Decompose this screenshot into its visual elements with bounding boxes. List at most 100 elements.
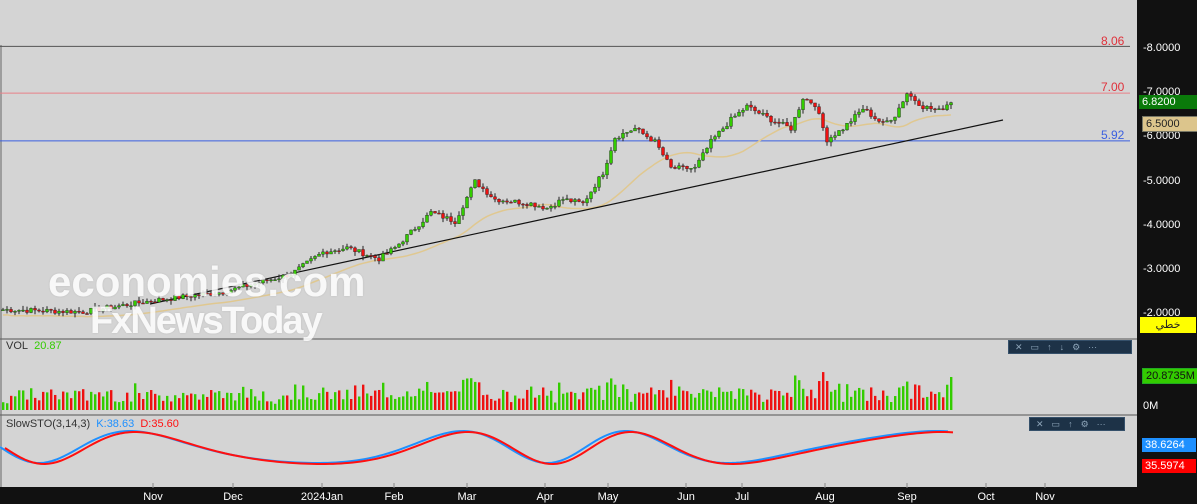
candle	[845, 123, 849, 131]
candle	[37, 309, 41, 312]
candle	[481, 186, 485, 189]
candle	[705, 147, 709, 154]
candle	[557, 199, 561, 207]
candle	[613, 138, 617, 151]
volume-label: VOL	[6, 340, 29, 352]
more-icon[interactable]: ···	[1097, 419, 1106, 429]
candle	[361, 249, 365, 257]
volume-bar	[178, 398, 181, 410]
candle	[925, 106, 929, 109]
candle	[781, 122, 785, 124]
candle	[349, 246, 353, 249]
sto-k-tag: 38.6264	[1142, 438, 1196, 452]
volume-bar	[506, 391, 509, 410]
volume-bar	[870, 387, 873, 410]
volume-bar	[642, 393, 645, 410]
volume-bar	[294, 384, 297, 410]
volume-bar	[878, 400, 881, 410]
price-axis[interactable]	[1137, 0, 1197, 504]
volume-bar	[702, 389, 705, 410]
volume-bar	[654, 394, 657, 410]
settings-icon[interactable]: ⚙	[1081, 419, 1089, 430]
candle	[837, 130, 841, 136]
volume-bar	[818, 381, 821, 410]
candle	[697, 159, 701, 168]
sto-d-label: D:35.60	[140, 418, 179, 430]
volume-bar	[614, 384, 617, 410]
maximize-icon[interactable]: ▭	[1052, 419, 1061, 430]
candle	[577, 199, 581, 202]
candle	[553, 206, 557, 208]
level-label-592: 5.92	[1101, 128, 1125, 142]
volume-bar	[646, 392, 649, 410]
arrow-up-icon[interactable]: ↑	[1068, 419, 1073, 429]
candle	[681, 165, 685, 167]
volume-bar	[510, 402, 513, 410]
volume-bar	[458, 391, 461, 410]
arrow-up-icon[interactable]: ↑	[1047, 342, 1052, 352]
volume-bar	[82, 389, 85, 410]
volume-bar	[854, 390, 857, 410]
candle	[805, 98, 809, 101]
volume-bar	[442, 392, 445, 410]
volume-bar	[718, 387, 721, 410]
volume-bar	[518, 398, 521, 410]
candle	[729, 116, 733, 127]
volume-bar	[234, 400, 237, 410]
candle	[325, 251, 329, 255]
candle	[913, 96, 917, 101]
candle	[709, 138, 713, 149]
volume-bar	[754, 392, 757, 410]
candle	[417, 226, 421, 230]
volume-bar	[638, 392, 641, 410]
close-icon[interactable]: ✕	[1015, 342, 1023, 353]
candle	[461, 207, 465, 216]
candle	[49, 309, 53, 311]
volume-bar	[566, 392, 569, 410]
sto-d-line	[4, 431, 954, 466]
candle	[689, 168, 693, 170]
candle	[777, 121, 781, 124]
candle	[853, 114, 857, 122]
volume-bar	[194, 394, 197, 410]
volume-bar	[498, 398, 501, 410]
volume-bar	[126, 392, 129, 410]
settings-icon[interactable]: ⚙	[1072, 342, 1080, 353]
volume-bar	[770, 389, 773, 410]
volume-bar	[254, 396, 257, 410]
volume-bar	[86, 400, 89, 410]
volume-bar	[90, 391, 93, 410]
sto-k-label: K:38.63	[96, 418, 135, 430]
volume-bar	[678, 386, 681, 410]
candle	[629, 130, 633, 133]
candle	[641, 128, 645, 134]
volume-bar	[422, 390, 425, 410]
volume-bar	[538, 395, 541, 410]
close-icon[interactable]: ✕	[1036, 419, 1044, 430]
candle	[869, 109, 873, 117]
maximize-icon[interactable]: ▭	[1031, 342, 1040, 353]
candle	[849, 121, 853, 124]
time-label: Nov	[1035, 491, 1055, 503]
volume-bar	[66, 392, 69, 410]
volume-bar	[738, 388, 741, 410]
candle	[477, 179, 481, 188]
volume-bar	[914, 384, 917, 410]
chart-type-button[interactable]: خطي	[1140, 317, 1196, 333]
volume-bar	[610, 378, 613, 410]
candle	[633, 128, 637, 132]
volume-bar	[206, 396, 209, 410]
volume-bar	[898, 387, 901, 410]
volume-bar	[778, 391, 781, 410]
more-icon[interactable]: ···	[1088, 342, 1097, 352]
volume-bar	[338, 390, 341, 410]
candle	[725, 126, 729, 130]
arrow-down-icon[interactable]: ↓	[1060, 342, 1065, 352]
volume-bar	[282, 395, 285, 410]
candle	[353, 247, 357, 252]
volume-last-tag: 20.8735M	[1142, 368, 1197, 384]
volume-bar	[922, 397, 925, 410]
candle	[549, 206, 553, 209]
volume-bar	[734, 398, 737, 410]
candle	[501, 200, 505, 203]
